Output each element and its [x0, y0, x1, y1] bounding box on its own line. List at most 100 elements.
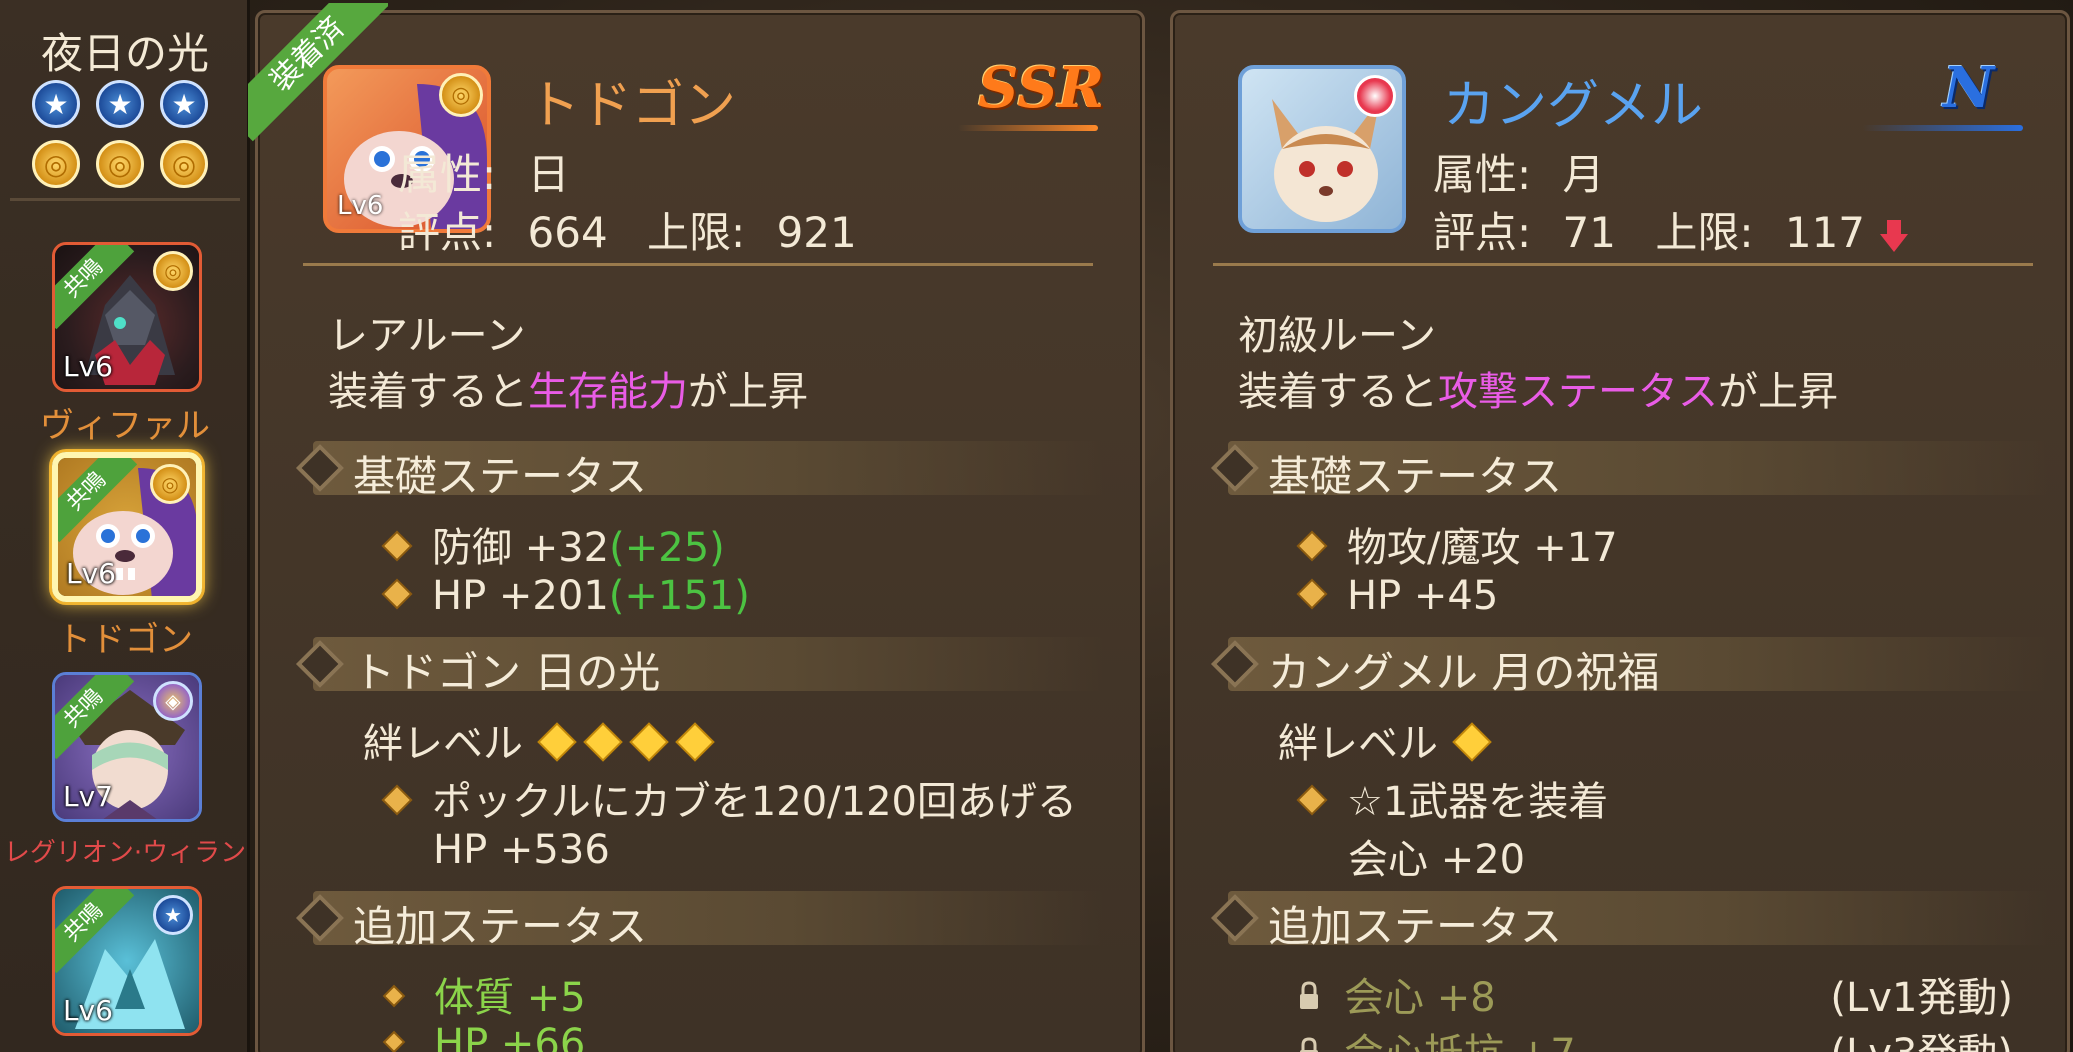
extra-stat: HP +66 [434, 1021, 586, 1052]
set-coin-row: ◎ ◎ ◎ [32, 140, 208, 188]
bullet-diamond-icon [1299, 533, 1325, 559]
attribute-line: 属性: 月 [1433, 141, 1605, 202]
sun-coin-icon: ◎ [160, 140, 208, 188]
sun-coin-icon: ◎ [439, 73, 483, 117]
header-divider [1213, 263, 2033, 266]
attribute-label: 属性: [398, 150, 497, 199]
attribute-label: 属性: [1433, 150, 1532, 199]
stat-row: 物攻/魔攻 +17 [1299, 515, 1618, 573]
decrease-arrow-icon [1880, 219, 1909, 252]
attribute-value: 日 [527, 150, 570, 199]
hero-card[interactable]: 共鳴 ◈ Lv7 [52, 672, 202, 822]
stat-bonus: (+25) [609, 525, 725, 571]
section-diamond-icon [295, 893, 345, 943]
bond-condition: ☆1武器を装着 [1347, 779, 1609, 825]
bond-diamond-icon [678, 725, 712, 759]
header-divider [303, 263, 1093, 266]
rune-name: カングメル [1443, 76, 1704, 136]
score-value: 664 [527, 208, 608, 257]
hero-name: ヴィファル [40, 406, 210, 446]
star-badge-icon: ★ [160, 80, 208, 128]
max-label: 上限: [647, 208, 746, 257]
bond-header: トドゴン 日の光 [295, 637, 1103, 697]
rarity-badge: N [1943, 55, 1995, 121]
rarity-underline [958, 125, 1098, 131]
section-title: 追加ステータス [1268, 902, 1563, 951]
stat-row: 防御 +32(+25) [384, 515, 725, 573]
extra-stat: 会心抵抗 +7 [1344, 1031, 1576, 1052]
score-line: 評点: 71 上限: 117 [1433, 199, 1910, 260]
extra-status-header: 追加ステータス [295, 891, 1103, 951]
bond-effect: HP +536 [433, 827, 610, 873]
bond-header: カングメル 月の祝福 [1210, 637, 2048, 697]
max-value: 117 [1784, 208, 1866, 257]
moon-coin-icon [1354, 75, 1396, 117]
unlock-condition: (Lv3発動) [1803, 1021, 2013, 1052]
extra-status-header: 追加ステータス [1210, 891, 2048, 951]
bond-diamond-icon [1455, 725, 1489, 759]
equipped-rune-panel: 装着済 ◎ Lv6 トドゴン SSR 属性: 日 評点: 664 上限: 921… [248, 3, 1145, 1052]
lock-icon [1300, 981, 1318, 1009]
basic-status-header: 基礎ステータス [295, 441, 1103, 501]
rune-set-sidebar: 夜日の光 ★ ★ ★ ◎ ◎ ◎ 共鳴 ◎ Lv6 ヴィファル 共鳴 ◎ Lv6… [0, 0, 250, 1052]
bullet-diamond-icon [1299, 581, 1325, 607]
hero-card[interactable]: 共鳴 ◎ Lv6 [52, 242, 202, 392]
stat-label: HP +45 [1347, 573, 1499, 619]
desc-highlight: 生存能力 [528, 369, 688, 415]
bond-diamond-icon [540, 725, 574, 759]
compare-rune-panel: カングメル N 属性: 月 評点: 71 上限: 117 初級ルーン 装着すると… [1170, 10, 2070, 1052]
bullet-diamond-icon [384, 533, 410, 559]
rune-description: 装着すると生存能力が上昇 [328, 359, 808, 417]
desc-suffix: が上昇 [1718, 369, 1838, 415]
score-label: 評点: [1433, 208, 1532, 257]
bullet-diamond-icon [385, 987, 403, 1005]
stat-label: 物攻/魔攻 +17 [1347, 525, 1618, 571]
bullet-diamond-icon [384, 581, 410, 607]
bond-condition-row: ポックルにカブを120/120回あげる [384, 769, 1077, 827]
section-title: 追加ステータス [353, 902, 648, 951]
rune-level: Lv6 [337, 191, 384, 221]
section-diamond-icon [1210, 443, 1260, 493]
sun-coin-icon: ◎ [32, 140, 80, 188]
hero-name: レグリオン·ウィラン [3, 838, 247, 868]
rarity-badge: SSR [978, 55, 1105, 121]
section-title: 基礎ステータス [353, 452, 648, 501]
section-title: トドゴン 日の光 [353, 648, 661, 697]
stat-row: HP +45 [1299, 573, 1499, 619]
extra-stat-row: 会心 +8 [1298, 965, 1496, 1023]
section-diamond-icon [1210, 893, 1260, 943]
bond-condition-row: ☆1武器を装着 [1299, 769, 1609, 827]
rarity-underline [1863, 125, 2023, 131]
section-diamond-icon [295, 443, 345, 493]
desc-suffix: が上昇 [688, 369, 808, 415]
star-badge-icon: ★ [96, 80, 144, 128]
extra-stat-row: 体質 +5 [385, 965, 586, 1023]
sidebar-divider [10, 198, 240, 201]
set-star-row: ★ ★ ★ [32, 80, 208, 128]
extra-stat-row: 会心抵抗 +7 [1298, 1021, 1576, 1052]
stat-label: 防御 +32 [432, 525, 610, 571]
hero-level: Lv7 [63, 780, 113, 813]
bond-level-row: 絆レベル [1278, 711, 1489, 769]
bond-diamond-icon [632, 725, 666, 759]
bond-level-row: 絆レベル [363, 711, 712, 769]
stat-label: HP +201 [432, 573, 609, 619]
max-label: 上限: [1655, 208, 1754, 257]
basic-status-header: 基礎ステータス [1210, 441, 2048, 501]
score-label: 評点: [398, 208, 497, 257]
hero-name: トドゴン [57, 620, 193, 660]
bullet-diamond-icon [384, 787, 410, 813]
stat-bonus: (+151) [608, 573, 750, 619]
rune-name: トドゴン [528, 76, 737, 136]
rune-portrait[interactable] [1238, 65, 1406, 233]
hero-card-selected[interactable]: 共鳴 ◎ Lv6 [52, 452, 202, 602]
hero-card[interactable]: 共鳴 ★ Lv6 [52, 886, 202, 1036]
score-line: 評点: 664 上限: 921 [398, 199, 857, 260]
set-title: 夜日の光 [40, 29, 209, 78]
star-coin-icon: ◈ [153, 681, 193, 721]
bond-effect: 会心 +20 [1348, 837, 1526, 883]
max-value: 921 [776, 208, 857, 257]
attribute-value: 月 [1562, 150, 1605, 199]
bond-level-label: 絆レベル [363, 721, 523, 767]
sun-coin-icon: ◎ [150, 464, 190, 504]
